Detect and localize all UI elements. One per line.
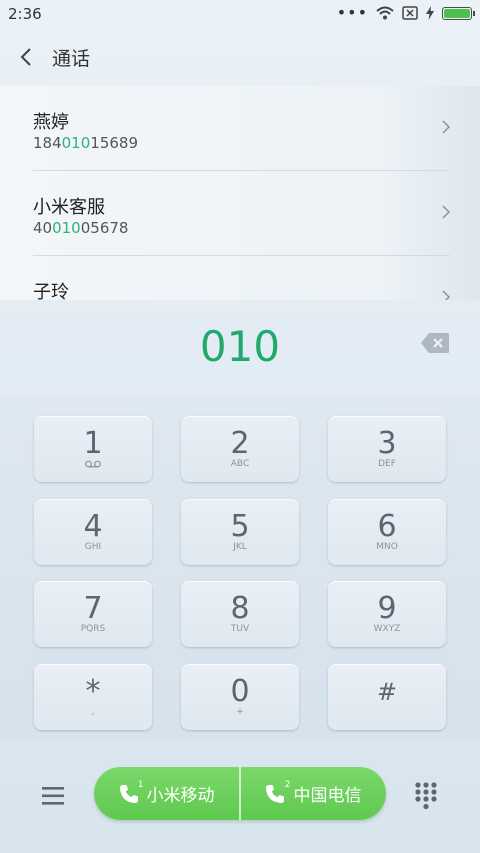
key-0[interactable]: 0 + (181, 664, 299, 730)
key-5[interactable]: 5 JKL (181, 499, 299, 565)
key-letters: GHI (84, 542, 102, 552)
charging-icon (426, 6, 434, 20)
key-letters: DEF (378, 459, 396, 469)
keypad-toggle-icon[interactable] (414, 781, 438, 811)
contact-result-item[interactable]: 子玲 (33, 256, 450, 300)
backspace-icon[interactable] (420, 332, 450, 354)
key-digit: 4 (83, 509, 103, 544)
key-3[interactable]: 3 DEF (328, 416, 446, 482)
back-button[interactable] (0, 28, 52, 86)
bottom-bar: 1 小米移动 2 中国电信 (0, 740, 480, 853)
contact-number: 4001005678 (33, 219, 129, 237)
voicemail-icon (85, 460, 101, 468)
key-letters: PQRS (80, 624, 106, 634)
key-letters: WXYZ (373, 624, 401, 634)
number-match-highlight: 010 (52, 219, 81, 237)
call-sim2-button[interactable]: 2 中国电信 (241, 767, 386, 820)
number-match-highlight: 010 (61, 134, 91, 152)
status-time: 2:36 (8, 5, 42, 23)
contact-name: 小米客服 (33, 197, 105, 218)
phone-icon: 1 (119, 780, 144, 804)
wifi-icon (376, 6, 394, 20)
app-header: 通话 (0, 28, 480, 86)
key-digit: 2 (230, 426, 250, 461)
key-7[interactable]: 7 PQRS (34, 581, 152, 647)
sim-index: 1 (137, 779, 144, 790)
menu-icon[interactable] (38, 782, 68, 810)
key-8[interactable]: 8 TUV (181, 581, 299, 647)
phone-icon: 2 (265, 780, 290, 804)
key-6[interactable]: 6 MNO (328, 499, 446, 565)
contact-results-list: 燕婷 18401015689 小米客服 4001005678 子玲 (0, 86, 480, 300)
key-digit: 3 (377, 426, 397, 461)
key-4[interactable]: 4 GHI (34, 499, 152, 565)
contact-name: 子玲 (33, 282, 69, 300)
key-letters: TUV (230, 624, 250, 634)
key-1[interactable]: 1 (34, 416, 152, 482)
status-icons: ••• (336, 3, 475, 22)
sim2-label: 中国电信 (293, 786, 362, 806)
key-letters: JKL (233, 542, 247, 552)
sim1-label: 小米移动 (146, 786, 215, 806)
page-title: 通话 (52, 47, 91, 70)
key-digit: 1 (83, 426, 103, 461)
key-digit: 5 (230, 509, 250, 544)
key-letters: + (236, 707, 244, 717)
dial-keypad: 1 2 ABC 3 DEF 4 GHI 5 JKL 6 MNO 7 PQRS 8… (0, 396, 480, 738)
chevron-right-icon (442, 290, 450, 300)
status-bar: 2:36 ••• (0, 0, 480, 28)
chevron-right-icon (442, 205, 450, 219)
key-9[interactable]: 9 WXYZ (328, 581, 446, 647)
dial-display: 010 (0, 300, 480, 396)
no-sim-icon (402, 6, 418, 20)
key-digit: 6 (377, 509, 397, 544)
key-digit: 8 (230, 591, 250, 626)
sim-index: 2 (284, 779, 291, 790)
call-button-group: 1 小米移动 2 中国电信 (94, 767, 386, 820)
battery-level (444, 8, 470, 18)
key-digit: 0 (230, 674, 250, 709)
chevron-right-icon (442, 120, 450, 134)
contact-number: 18401015689 (33, 134, 138, 152)
key-2[interactable]: 2 ABC (181, 416, 299, 482)
key-digit: * (85, 674, 101, 709)
chevron-left-icon (20, 48, 31, 66)
key-star[interactable]: * , (34, 664, 152, 730)
battery-icon (442, 6, 475, 20)
contact-name: 燕婷 (33, 112, 69, 133)
call-sim1-button[interactable]: 1 小米移动 (94, 767, 239, 820)
key-letters: MNO (376, 542, 398, 552)
key-digit: 9 (377, 591, 397, 626)
contact-result-item[interactable]: 小米客服 4001005678 (33, 171, 450, 256)
key-letters: ABC (230, 459, 250, 469)
key-letters: , (91, 707, 95, 717)
contact-result-item[interactable]: 燕婷 18401015689 (33, 86, 450, 171)
key-hash[interactable]: # (328, 664, 446, 730)
more-dots-icon: ••• (336, 3, 368, 22)
key-digit: 7 (83, 591, 103, 626)
key-digit: # (376, 678, 398, 706)
dialed-number: 010 (199, 322, 281, 371)
